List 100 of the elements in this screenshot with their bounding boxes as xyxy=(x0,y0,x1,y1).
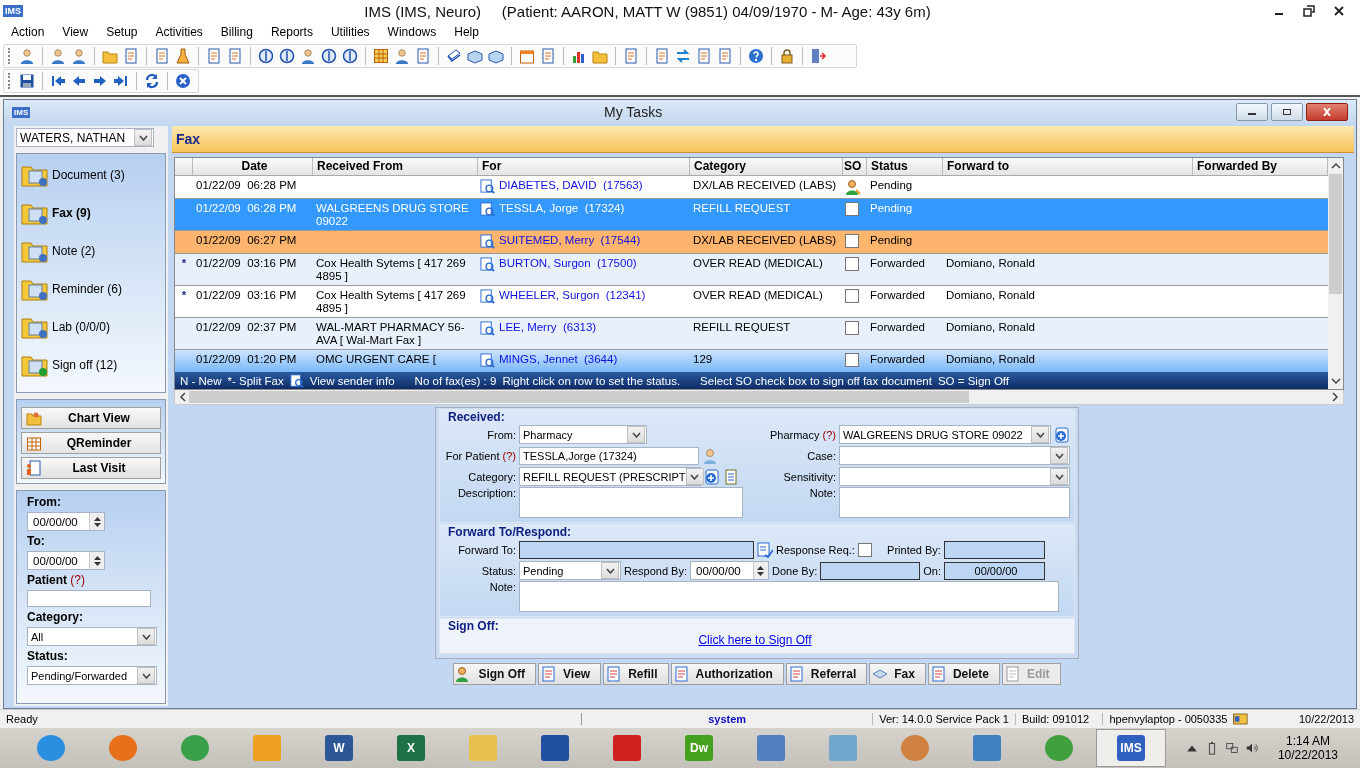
coin-icon[interactable] xyxy=(258,48,274,64)
document-icon[interactable] xyxy=(654,48,670,64)
clock-date[interactable]: 10/22/2013 xyxy=(1277,748,1338,762)
menu-item[interactable]: Action xyxy=(2,25,54,39)
speaker-icon[interactable] xyxy=(1245,741,1258,755)
quick-button[interactable]: Last Visit xyxy=(21,457,161,479)
document-icon[interactable] xyxy=(723,468,739,485)
patient-field[interactable] xyxy=(27,590,151,607)
refresh-icon[interactable] xyxy=(144,73,160,89)
document-icon[interactable] xyxy=(415,48,431,64)
taskbar-app[interactable]: IMS xyxy=(1096,729,1166,767)
user-dropdown[interactable]: WATERS, NATHAN xyxy=(16,128,154,147)
table-row[interactable]: 01/22/09 02:37 PM WAL-MART PHARMACY 56-AVA [ Wal-Mart Fax ] LEE, Merry (6313) REFILL REQUEST Forwarded Domiano, Ronald xyxy=(175,318,1328,350)
lock-icon[interactable] xyxy=(779,48,795,64)
task-type-item[interactable]: Fax (9) xyxy=(21,198,161,227)
forward-to-field[interactable] xyxy=(519,540,754,559)
respond-by-field[interactable]: 00/00/00 xyxy=(690,561,769,580)
column-header[interactable]: Forward to xyxy=(943,158,1193,175)
coin-icon[interactable] xyxy=(342,48,358,64)
sign-off-checkbox[interactable] xyxy=(845,353,859,367)
table-row[interactable]: 01/22/09 06:28 PM DIABETES, DAVID (17563) DX/LAB RECEIVED (LABS) Pending xyxy=(175,176,1328,199)
person-icon[interactable] xyxy=(19,48,35,64)
arrows-icon[interactable] xyxy=(675,48,691,64)
category-dropdown[interactable]: All xyxy=(27,627,157,646)
coin-icon[interactable] xyxy=(279,48,295,64)
menu-item[interactable]: Setup xyxy=(97,25,147,39)
category-dropdown[interactable]: REFILL REQUEST (PRESCRIPT xyxy=(519,467,701,486)
close-button[interactable] xyxy=(1306,103,1348,121)
status-dropdown[interactable]: Pending/Forwarded xyxy=(27,666,157,685)
help-icon[interactable] xyxy=(748,48,764,64)
document-icon[interactable] xyxy=(154,48,170,64)
person-icon[interactable] xyxy=(300,48,316,64)
table-row[interactable]: * 01/22/09 03:16 PM Cox Health Sytems [ 417 269 4895 ] BURTON, Surgon (17500) OVER READ (MEDICAL) Forwarded Domiano, Ronald xyxy=(175,254,1328,286)
document-icon[interactable] xyxy=(717,48,733,64)
folder-icon[interactable] xyxy=(102,48,118,64)
task-type-item[interactable]: Sign off (12) xyxy=(21,350,161,379)
column-header[interactable]: Category xyxy=(690,158,843,175)
menu-item[interactable]: Windows xyxy=(378,25,446,39)
to-date-field[interactable]: 00/00/00 xyxy=(27,551,105,570)
menu-item[interactable]: Utilities xyxy=(321,25,379,39)
clock-time[interactable]: 1:14 AM xyxy=(1285,734,1330,748)
sign-off-link[interactable]: Click here to Sign Off xyxy=(698,633,812,647)
sender-info-icon[interactable] xyxy=(480,234,495,249)
column-header[interactable]: Received From xyxy=(313,158,478,175)
document-icon[interactable] xyxy=(696,48,712,64)
action-button[interactable]: Authorization xyxy=(670,663,784,685)
sender-info-icon[interactable] xyxy=(480,321,495,336)
task-type-item[interactable]: Document (3) xyxy=(21,160,161,189)
taskbar-app[interactable]: X xyxy=(376,729,446,767)
last-icon[interactable] xyxy=(113,73,129,89)
sign-off-checkbox[interactable] xyxy=(845,321,859,335)
maximize-button[interactable] xyxy=(1271,103,1303,121)
folder-icon[interactable] xyxy=(592,48,608,64)
coin-icon[interactable] xyxy=(321,48,337,64)
quick-button[interactable]: Chart View xyxy=(21,407,161,429)
task-type-item[interactable]: Note (2) xyxy=(21,236,161,265)
sign-off-checkbox[interactable] xyxy=(845,289,859,303)
save-icon[interactable] xyxy=(19,73,35,89)
document-icon[interactable] xyxy=(123,48,139,64)
document-icon[interactable] xyxy=(206,48,222,64)
sender-info-icon[interactable] xyxy=(480,257,495,272)
sign-off-checkbox[interactable] xyxy=(845,234,859,248)
person-icon[interactable] xyxy=(394,48,410,64)
action-button[interactable]: Referral xyxy=(785,663,868,685)
action-button[interactable]: Fax xyxy=(869,663,926,685)
document-icon[interactable] xyxy=(227,48,243,64)
status-dropdown[interactable]: Pending xyxy=(519,561,621,580)
restore-icon[interactable] xyxy=(1302,5,1316,17)
store-dropdown[interactable]: WALGREENS DRUG STORE 09022 xyxy=(839,425,1051,444)
sender-info-icon[interactable] xyxy=(480,289,495,304)
column-header[interactable]: Status xyxy=(867,158,943,175)
close-icon[interactable] xyxy=(1332,5,1346,17)
column-header[interactable]: Date xyxy=(193,158,313,175)
book-icon[interactable] xyxy=(446,48,462,64)
sign-off-checkbox[interactable] xyxy=(845,202,859,216)
note-field[interactable] xyxy=(519,581,1059,612)
next-icon[interactable] xyxy=(92,73,108,89)
sign-off-checkbox[interactable] xyxy=(845,257,859,271)
menu-item[interactable]: Help xyxy=(445,25,488,39)
action-button[interactable]: Sign Off xyxy=(453,663,537,685)
action-button[interactable]: View xyxy=(538,663,602,685)
quick-button[interactable]: QReminder xyxy=(21,432,161,454)
table-row[interactable]: 01/22/09 01:20 PM OMC URGENT CARE [ MINGS, Jennet (3644) 129 Forwarded Domiano, Ronald xyxy=(175,350,1328,372)
note-field[interactable] xyxy=(839,487,1070,518)
sender-info-icon[interactable] xyxy=(480,202,495,217)
action-button[interactable]: Delete xyxy=(927,663,1000,685)
vertical-scrollbar[interactable] xyxy=(1328,158,1343,389)
horizontal-scrollbar[interactable] xyxy=(174,390,1344,405)
from-dropdown[interactable]: Pharmacy xyxy=(519,425,647,444)
sender-info-icon[interactable] xyxy=(480,179,495,194)
document-icon[interactable] xyxy=(623,48,639,64)
menu-item[interactable]: View xyxy=(53,25,98,39)
table-row[interactable]: 01/22/09 06:27 PM SUITEMED, Merry (17544) DX/LAB RECEIVED (LABS) Pending xyxy=(175,231,1328,254)
calendar-icon[interactable] xyxy=(519,48,535,64)
minimize-button[interactable] xyxy=(1236,103,1268,121)
menu-item[interactable]: Reports xyxy=(261,25,322,39)
flask-icon[interactable] xyxy=(175,48,191,64)
previous-icon[interactable] xyxy=(71,73,87,89)
taskbar-app[interactable]: W xyxy=(304,729,374,767)
first-icon[interactable] xyxy=(50,73,66,89)
